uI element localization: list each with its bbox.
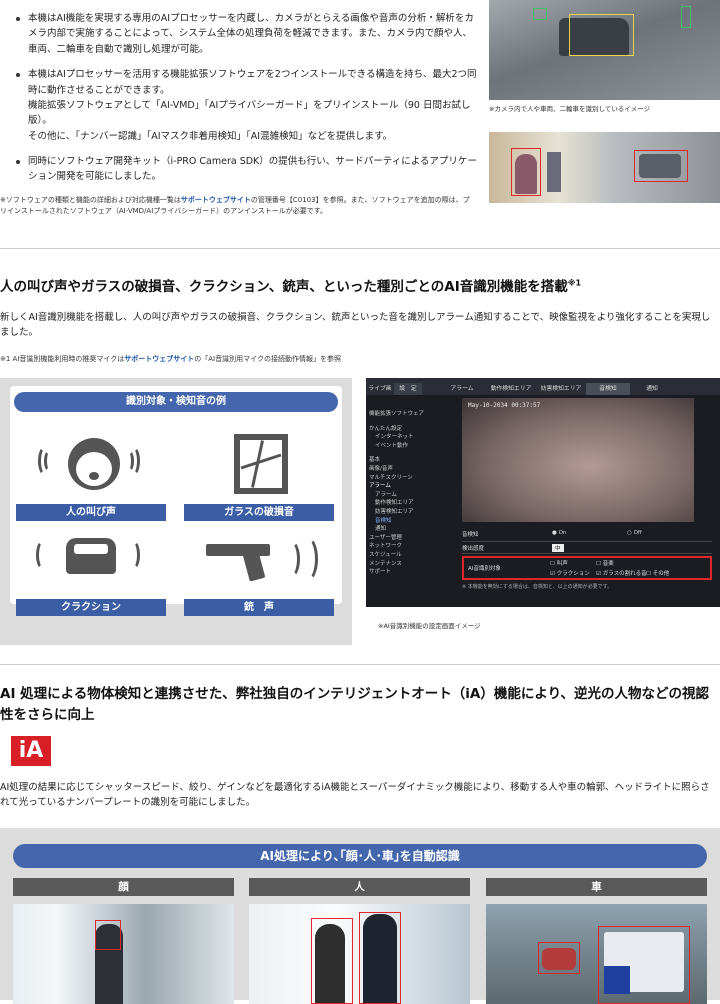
bike-detect-box <box>533 8 547 20</box>
person-detect-box <box>681 6 691 28</box>
detect-box <box>634 150 688 182</box>
divider <box>0 248 720 249</box>
tab-tamper-area[interactable]: 妨害検知エリア <box>536 383 586 395</box>
audio-heading: 人の叫び声やガラスの破損音、クラクション、銃声、といった種別ごとのAI音識別機能… <box>0 278 582 296</box>
sidebar-item[interactable]: 画像/音声 <box>369 465 451 474</box>
person-detect-box <box>311 918 353 1004</box>
support-site-link[interactable]: サポートウェブサイト <box>124 355 194 363</box>
sidebar-item[interactable]: ネットワーク <box>369 542 451 551</box>
sidebar-item[interactable]: イベント動作 <box>369 442 451 451</box>
feature-section: 本機はAI機能を実現する専用のAIプロセッサーを内蔵し、カメラがとらえる画像や音… <box>0 0 478 216</box>
checkbox-music[interactable]: ☐ 音楽 <box>596 559 614 567</box>
audio-body: 新しくAI音識別機能を搭載し、人の叫び声やガラスの破損音、クラクション、銃声とい… <box>0 312 711 339</box>
row-ai-sound-targets: AI音識別対象 ☐ 叫声 ☐ 音楽 ☑ クラクション ☑ ガラスの割れる音 ☐ … <box>462 556 712 580</box>
sidebar-item[interactable]: スケジュール <box>369 551 451 560</box>
radio-on[interactable]: ● On <box>552 530 566 536</box>
tab-setup[interactable]: 設 定 <box>394 383 422 395</box>
detect-box <box>511 148 541 196</box>
recognition-banner: AI処理により､｢顔･人･車｣を自動認識 <box>13 844 707 868</box>
label-gunshot: 銃 声 <box>184 599 334 616</box>
sidebar-item[interactable]: サポート <box>369 568 451 577</box>
face-detect-box <box>95 920 121 950</box>
person-shape <box>547 152 561 192</box>
sidebar-item[interactable]: アラーム <box>369 491 451 500</box>
label-horn: クラクション <box>16 599 166 616</box>
gunshot-icon <box>206 536 336 584</box>
tab-audio-detect[interactable]: 音検知 <box>586 383 630 395</box>
vehicle-detect-box <box>598 926 690 1004</box>
sidebar-item[interactable]: 通知 <box>369 525 451 534</box>
detection-caption: ※カメラ内で人や車両、二輪車を識別しているイメージ <box>489 105 651 113</box>
vehicle-detect-box <box>538 942 580 974</box>
recognition-panel: AI処理により､｢顔･人･車｣を自動認識 顔 人 車 <box>0 828 720 1004</box>
broken-glass-icon <box>234 434 288 494</box>
person-detect-image <box>249 904 470 1004</box>
sensitivity-select[interactable]: 中 <box>552 544 564 552</box>
preview-timestamp: May-10-2034 00:37:57 <box>468 402 541 409</box>
divider <box>0 664 720 665</box>
face-detect-image <box>13 904 234 1004</box>
sidebar-item[interactable]: 妨害検知エリア <box>369 508 451 517</box>
sidebar-item[interactable]: 基本 <box>369 456 451 465</box>
sound-types-card: 識別対象・検知音の例 人の叫び声 ガラスの破損音 クラクション 銃 声 <box>10 386 342 616</box>
settings-sidebar: 機能拡張ソフトウェア かんたん設定 インターネット イベント動作 基本 画像/音… <box>369 410 451 577</box>
sound-types-panel: 識別対象・検知音の例 人の叫び声 ガラスの破損音 クラクション 銃 声 <box>0 378 352 645</box>
list-item: 同時にソフトウェア開発キット（i-PRO Camera SDK）の提供も行い、サ… <box>14 154 478 185</box>
checkbox-other[interactable]: ☐ その他 <box>646 569 669 577</box>
checkbox-scream[interactable]: ☐ 叫声 <box>550 559 568 567</box>
sidebar-item[interactable]: メンテナンス <box>369 560 451 569</box>
store-camera-image <box>489 132 720 203</box>
label-glass: ガラスの破損音 <box>184 504 334 521</box>
row-sensitivity: 検出感度 中 <box>462 542 712 554</box>
list-item: 本機はAI機能を実現する専用のAIプロセッサーを内蔵し、カメラがとらえる画像や音… <box>14 11 478 57</box>
sidebar-item-audio[interactable]: 音検知 <box>369 517 451 526</box>
tag-face: 顔 <box>13 878 234 896</box>
sidebar-item[interactable]: マルチスクリーン <box>369 474 451 483</box>
tag-person: 人 <box>249 878 470 896</box>
feature-list: 本機はAI機能を実現する専用のAIプロセッサーを内蔵し、カメラがとらえる画像や音… <box>0 11 478 185</box>
camera-preview: May-10-2034 00:37:57 <box>462 398 694 522</box>
sidebar-item[interactable]: 動作検知エリア <box>369 499 451 508</box>
vehicle-detect-box <box>569 14 634 56</box>
camera-detection-image <box>489 0 720 100</box>
vehicle-detect-image <box>486 904 707 1004</box>
sidebar-item[interactable]: 機能拡張ソフトウェア <box>369 410 451 419</box>
tag-vehicle: 車 <box>486 878 707 896</box>
sidebar-item[interactable]: インターネット <box>369 433 451 442</box>
list-item: 本機はAIプロセッサーを活用する機能拡張ソフトウェアを2つインストールできる構造… <box>14 67 478 144</box>
settings-footnote: ※ 本機能を無効にする場合は、音検知と、以上の通知が必要です。 <box>462 584 613 590</box>
settings-caption: ※AI音識別機能の設定画面イメージ <box>378 622 481 630</box>
tab-live[interactable]: ライブ画 <box>366 383 394 395</box>
ia-logo: iA <box>11 736 51 766</box>
car-horn-icon <box>36 526 146 586</box>
tab-notify[interactable]: 通知 <box>632 383 672 395</box>
sidebar-item[interactable]: ユーザー管理 <box>369 534 451 543</box>
scream-icon <box>38 428 148 494</box>
person-detect-box <box>359 912 401 1004</box>
tab-alarm[interactable]: アラーム <box>442 383 482 395</box>
radio-off[interactable]: ○ Off <box>627 530 642 536</box>
ia-heading: AI 処理による物体検知と連携させた、弊社独自のインテリジェントオート（iA）機… <box>0 686 710 723</box>
audio-note: ※1 AI音識別機能利用時の推奨マイクはサポートウェブサイトの「AI音識別用マイ… <box>0 355 341 363</box>
sidebar-item[interactable]: アラーム <box>369 482 451 491</box>
settings-screen: ライブ画 設 定 アラーム 動作検知エリア 妨害検知エリア 音検知 通知 機能拡… <box>366 378 720 607</box>
row-audio-detect: 音検知 ● On ○ Off <box>462 530 712 542</box>
panel-title: 識別対象・検知音の例 <box>14 392 338 412</box>
label-scream: 人の叫び声 <box>16 504 166 521</box>
support-site-link[interactable]: サポートウェブサイト <box>181 196 251 204</box>
software-note: ※ソフトウェアの種類と機能の詳細および対応機種一覧はサポートウェブサイトの管理番… <box>0 195 470 215</box>
checkbox-horn[interactable]: ☑ クラクション <box>550 569 590 577</box>
checkbox-glass[interactable]: ☑ ガラスの割れる音 <box>596 569 647 577</box>
audio-settings-form: 音検知 ● On ○ Off 検出感度 中 AI音識別対象 ☐ 叫声 ☐ 音楽 … <box>462 530 712 590</box>
ia-body: AI処理の結果に応じてシャッタースピード、絞り、ゲインなどを最適化するiA機能と… <box>0 782 710 809</box>
tab-motion-area[interactable]: 動作検知エリア <box>486 383 536 395</box>
sidebar-item[interactable]: かんたん設定 <box>369 425 451 434</box>
